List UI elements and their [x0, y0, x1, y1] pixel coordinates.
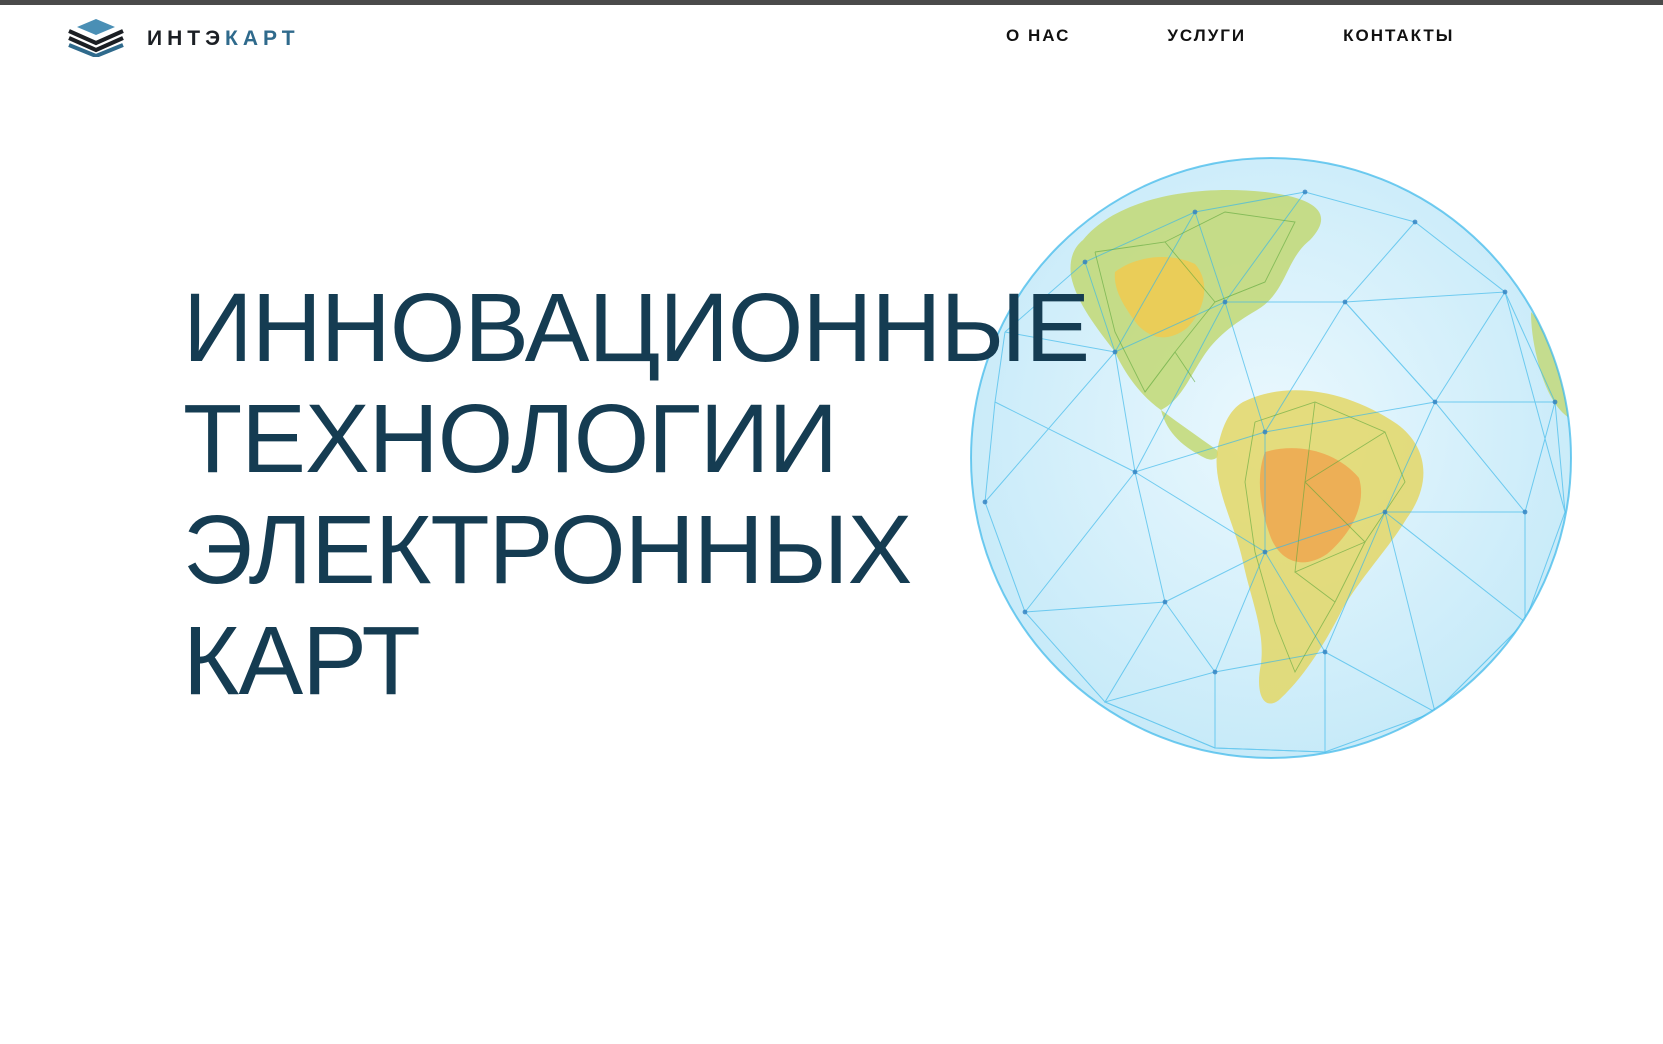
hero-title-line: КАРТ — [183, 606, 421, 715]
top-accent-bar — [0, 0, 1663, 5]
nav-link-contacts[interactable]: КОНТАКТЫ — [1343, 24, 1454, 48]
nav-link-about[interactable]: О НАС — [1006, 24, 1070, 48]
hero-title-line: ЭЛЕКТРОННЫХ — [183, 495, 912, 604]
main-nav: О НАС УСЛУГИ КОНТАКТЫ — [1006, 24, 1454, 48]
brand-name-part-dark: ИНТЭ — [147, 26, 226, 50]
logo-link[interactable]: ИНТЭКАРТ — [67, 18, 300, 58]
hero-title-line: ИННОВАЦИОННЫЕ — [183, 273, 1090, 382]
brand-name-part-accent: КАРТ — [225, 26, 300, 50]
hero-title: ИННОВАЦИОННЫЕ ТЕХНОЛОГИИ ЭЛЕКТРОННЫХ КАР… — [183, 272, 1090, 716]
nav-link-services[interactable]: УСЛУГИ — [1167, 24, 1246, 48]
hero-title-line: ТЕХНОЛОГИИ — [183, 384, 838, 493]
layered-chevrons-logo-icon — [68, 19, 124, 57]
brand-name: ИНТЭКАРТ — [147, 28, 300, 49]
